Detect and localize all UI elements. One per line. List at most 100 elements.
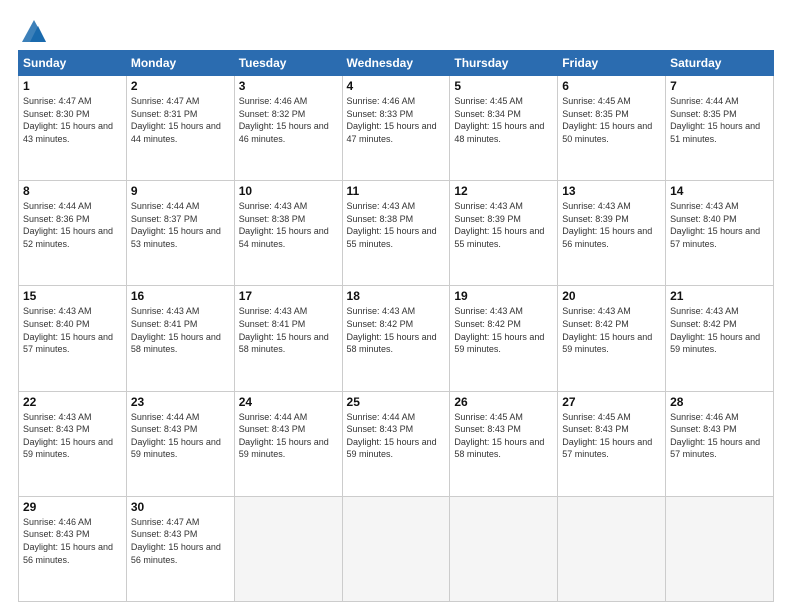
calendar-cell: 11 Sunrise: 4:43 AMSunset: 8:38 PMDaylig… xyxy=(342,181,450,286)
day-info: Sunrise: 4:45 AMSunset: 8:35 PMDaylight:… xyxy=(562,96,652,144)
day-info: Sunrise: 4:43 AMSunset: 8:40 PMDaylight:… xyxy=(23,306,113,354)
day-number: 21 xyxy=(670,289,769,303)
weekday-header-tuesday: Tuesday xyxy=(234,51,342,76)
weekday-header-friday: Friday xyxy=(558,51,666,76)
day-number: 25 xyxy=(347,395,446,409)
day-info: Sunrise: 4:43 AMSunset: 8:42 PMDaylight:… xyxy=(347,306,437,354)
calendar-cell: 27 Sunrise: 4:45 AMSunset: 8:43 PMDaylig… xyxy=(558,391,666,496)
day-info: Sunrise: 4:43 AMSunset: 8:42 PMDaylight:… xyxy=(562,306,652,354)
calendar-cell: 26 Sunrise: 4:45 AMSunset: 8:43 PMDaylig… xyxy=(450,391,558,496)
day-info: Sunrise: 4:45 AMSunset: 8:43 PMDaylight:… xyxy=(562,412,652,460)
calendar-cell: 4 Sunrise: 4:46 AMSunset: 8:33 PMDayligh… xyxy=(342,76,450,181)
logo-icon xyxy=(20,18,48,46)
calendar-cell: 3 Sunrise: 4:46 AMSunset: 8:32 PMDayligh… xyxy=(234,76,342,181)
calendar-cell: 17 Sunrise: 4:43 AMSunset: 8:41 PMDaylig… xyxy=(234,286,342,391)
week-row-1: 1 Sunrise: 4:47 AMSunset: 8:30 PMDayligh… xyxy=(19,76,774,181)
day-number: 16 xyxy=(131,289,230,303)
day-info: Sunrise: 4:43 AMSunset: 8:43 PMDaylight:… xyxy=(23,412,113,460)
day-info: Sunrise: 4:44 AMSunset: 8:35 PMDaylight:… xyxy=(670,96,760,144)
week-row-4: 22 Sunrise: 4:43 AMSunset: 8:43 PMDaylig… xyxy=(19,391,774,496)
calendar-cell xyxy=(342,496,450,601)
day-number: 12 xyxy=(454,184,553,198)
calendar-cell: 14 Sunrise: 4:43 AMSunset: 8:40 PMDaylig… xyxy=(666,181,774,286)
day-number: 3 xyxy=(239,79,338,93)
calendar-cell: 22 Sunrise: 4:43 AMSunset: 8:43 PMDaylig… xyxy=(19,391,127,496)
day-info: Sunrise: 4:44 AMSunset: 8:43 PMDaylight:… xyxy=(347,412,437,460)
day-number: 18 xyxy=(347,289,446,303)
day-number: 11 xyxy=(347,184,446,198)
day-number: 20 xyxy=(562,289,661,303)
day-info: Sunrise: 4:43 AMSunset: 8:42 PMDaylight:… xyxy=(454,306,544,354)
calendar-cell xyxy=(558,496,666,601)
day-info: Sunrise: 4:43 AMSunset: 8:38 PMDaylight:… xyxy=(347,201,437,249)
weekday-header-row: SundayMondayTuesdayWednesdayThursdayFrid… xyxy=(19,51,774,76)
calendar-cell: 13 Sunrise: 4:43 AMSunset: 8:39 PMDaylig… xyxy=(558,181,666,286)
day-number: 26 xyxy=(454,395,553,409)
weekday-header-saturday: Saturday xyxy=(666,51,774,76)
calendar-cell: 16 Sunrise: 4:43 AMSunset: 8:41 PMDaylig… xyxy=(126,286,234,391)
day-info: Sunrise: 4:47 AMSunset: 8:43 PMDaylight:… xyxy=(131,517,221,565)
calendar-cell xyxy=(666,496,774,601)
calendar-cell: 25 Sunrise: 4:44 AMSunset: 8:43 PMDaylig… xyxy=(342,391,450,496)
day-info: Sunrise: 4:43 AMSunset: 8:41 PMDaylight:… xyxy=(131,306,221,354)
calendar-cell: 30 Sunrise: 4:47 AMSunset: 8:43 PMDaylig… xyxy=(126,496,234,601)
day-info: Sunrise: 4:43 AMSunset: 8:41 PMDaylight:… xyxy=(239,306,329,354)
calendar-table: SundayMondayTuesdayWednesdayThursdayFrid… xyxy=(18,50,774,602)
page: SundayMondayTuesdayWednesdayThursdayFrid… xyxy=(0,0,792,612)
day-number: 10 xyxy=(239,184,338,198)
day-info: Sunrise: 4:44 AMSunset: 8:43 PMDaylight:… xyxy=(239,412,329,460)
day-number: 1 xyxy=(23,79,122,93)
calendar-body: 1 Sunrise: 4:47 AMSunset: 8:30 PMDayligh… xyxy=(19,76,774,602)
calendar-cell: 28 Sunrise: 4:46 AMSunset: 8:43 PMDaylig… xyxy=(666,391,774,496)
calendar-cell: 8 Sunrise: 4:44 AMSunset: 8:36 PMDayligh… xyxy=(19,181,127,286)
day-number: 19 xyxy=(454,289,553,303)
day-number: 2 xyxy=(131,79,230,93)
day-number: 14 xyxy=(670,184,769,198)
calendar-cell: 24 Sunrise: 4:44 AMSunset: 8:43 PMDaylig… xyxy=(234,391,342,496)
weekday-header-thursday: Thursday xyxy=(450,51,558,76)
logo xyxy=(18,18,48,42)
day-number: 29 xyxy=(23,500,122,514)
calendar-cell: 23 Sunrise: 4:44 AMSunset: 8:43 PMDaylig… xyxy=(126,391,234,496)
calendar-cell: 2 Sunrise: 4:47 AMSunset: 8:31 PMDayligh… xyxy=(126,76,234,181)
calendar-cell: 12 Sunrise: 4:43 AMSunset: 8:39 PMDaylig… xyxy=(450,181,558,286)
week-row-3: 15 Sunrise: 4:43 AMSunset: 8:40 PMDaylig… xyxy=(19,286,774,391)
weekday-header-monday: Monday xyxy=(126,51,234,76)
calendar-cell: 9 Sunrise: 4:44 AMSunset: 8:37 PMDayligh… xyxy=(126,181,234,286)
day-info: Sunrise: 4:43 AMSunset: 8:40 PMDaylight:… xyxy=(670,201,760,249)
calendar-cell xyxy=(234,496,342,601)
day-info: Sunrise: 4:44 AMSunset: 8:43 PMDaylight:… xyxy=(131,412,221,460)
calendar-cell: 5 Sunrise: 4:45 AMSunset: 8:34 PMDayligh… xyxy=(450,76,558,181)
day-info: Sunrise: 4:46 AMSunset: 8:33 PMDaylight:… xyxy=(347,96,437,144)
day-number: 5 xyxy=(454,79,553,93)
calendar-cell: 1 Sunrise: 4:47 AMSunset: 8:30 PMDayligh… xyxy=(19,76,127,181)
day-info: Sunrise: 4:47 AMSunset: 8:30 PMDaylight:… xyxy=(23,96,113,144)
day-info: Sunrise: 4:43 AMSunset: 8:38 PMDaylight:… xyxy=(239,201,329,249)
day-number: 23 xyxy=(131,395,230,409)
day-number: 15 xyxy=(23,289,122,303)
day-info: Sunrise: 4:43 AMSunset: 8:39 PMDaylight:… xyxy=(454,201,544,249)
calendar-header: SundayMondayTuesdayWednesdayThursdayFrid… xyxy=(19,51,774,76)
day-info: Sunrise: 4:44 AMSunset: 8:36 PMDaylight:… xyxy=(23,201,113,249)
calendar-cell: 7 Sunrise: 4:44 AMSunset: 8:35 PMDayligh… xyxy=(666,76,774,181)
day-info: Sunrise: 4:46 AMSunset: 8:43 PMDaylight:… xyxy=(670,412,760,460)
day-number: 7 xyxy=(670,79,769,93)
calendar-cell: 10 Sunrise: 4:43 AMSunset: 8:38 PMDaylig… xyxy=(234,181,342,286)
weekday-header-wednesday: Wednesday xyxy=(342,51,450,76)
day-info: Sunrise: 4:44 AMSunset: 8:37 PMDaylight:… xyxy=(131,201,221,249)
day-info: Sunrise: 4:46 AMSunset: 8:32 PMDaylight:… xyxy=(239,96,329,144)
calendar-cell: 21 Sunrise: 4:43 AMSunset: 8:42 PMDaylig… xyxy=(666,286,774,391)
day-info: Sunrise: 4:43 AMSunset: 8:39 PMDaylight:… xyxy=(562,201,652,249)
day-info: Sunrise: 4:45 AMSunset: 8:43 PMDaylight:… xyxy=(454,412,544,460)
calendar-cell xyxy=(450,496,558,601)
day-info: Sunrise: 4:46 AMSunset: 8:43 PMDaylight:… xyxy=(23,517,113,565)
calendar-cell: 18 Sunrise: 4:43 AMSunset: 8:42 PMDaylig… xyxy=(342,286,450,391)
day-number: 27 xyxy=(562,395,661,409)
day-number: 6 xyxy=(562,79,661,93)
day-number: 13 xyxy=(562,184,661,198)
calendar-cell: 15 Sunrise: 4:43 AMSunset: 8:40 PMDaylig… xyxy=(19,286,127,391)
day-number: 9 xyxy=(131,184,230,198)
header xyxy=(18,18,774,42)
calendar-cell: 20 Sunrise: 4:43 AMSunset: 8:42 PMDaylig… xyxy=(558,286,666,391)
day-number: 4 xyxy=(347,79,446,93)
